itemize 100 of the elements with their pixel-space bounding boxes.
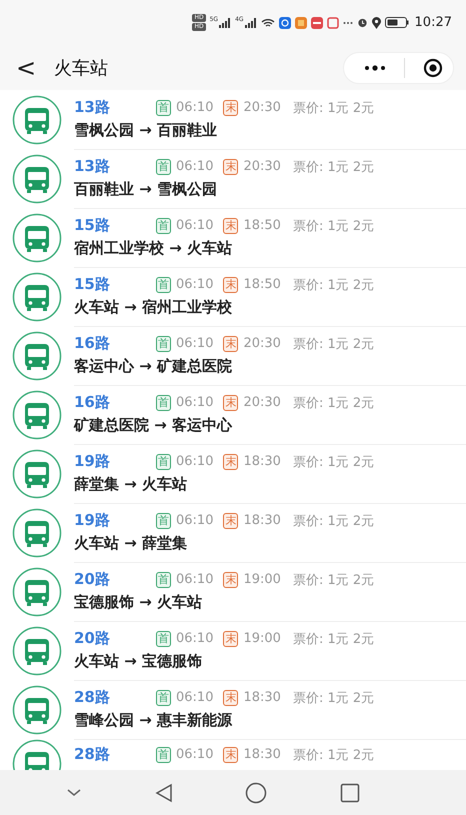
route-number: 15路 <box>74 216 111 235</box>
route-item[interactable]: 20路 首 06:10 末 19:00 票价: 1元 2元 宝德服饰 → 火车站 <box>0 562 466 621</box>
route-direction: 雪枫公园 → 百丽鞋业 <box>74 121 218 140</box>
first-bus-time: 06:10 <box>176 690 214 705</box>
route-item[interactable]: 19路 首 06:10 末 18:30 票价: 1元 2元 薛堂集 → 火车站 <box>0 444 466 503</box>
route-number: 19路 <box>74 511 111 530</box>
last-bus-tag: 末 <box>223 218 238 234</box>
last-bus-tag: 末 <box>223 512 238 528</box>
more-icon <box>342 20 353 24</box>
fare-text: 票价: 1元 2元 <box>292 512 374 530</box>
route-item[interactable]: 15路 首 06:10 末 18:50 票价: 1元 2元 宿州工业学校 → 火车站 <box>0 208 466 267</box>
fare-text: 票价: 1元 2元 <box>292 746 374 764</box>
last-bus-time: 18:50 <box>243 277 281 292</box>
more-icon[interactable] <box>364 64 386 70</box>
bus-icon <box>12 154 62 204</box>
first-bus-time: 06:10 <box>176 454 214 469</box>
last-bus-tag: 末 <box>223 394 238 410</box>
route-direction: 宝德服饰 → 火车站 <box>74 593 204 612</box>
fare-text: 票价: 1元 2元 <box>292 394 374 412</box>
first-bus-tag: 首 <box>156 100 171 116</box>
collapse-icon[interactable] <box>66 788 82 798</box>
clock-time: 10:27 <box>414 15 452 30</box>
route-direction: 客运中心 → 矿建总医院 <box>74 357 234 376</box>
last-bus-tag: 末 <box>223 454 238 470</box>
last-bus-tag: 末 <box>223 276 238 292</box>
fare-text: 票价: 1元 2元 <box>292 630 374 648</box>
recent-apps-icon[interactable] <box>340 782 360 802</box>
last-bus-tag: 末 <box>223 158 238 174</box>
route-direction: 火车站 → 宝德服饰 <box>74 652 204 671</box>
route-number: 13路 <box>74 98 111 117</box>
route-number: 28路 <box>74 745 111 764</box>
location-icon <box>372 16 381 28</box>
app-icon <box>294 16 307 28</box>
first-bus-time: 06:10 <box>176 100 214 115</box>
app-icon <box>310 16 323 28</box>
last-bus-tag: 末 <box>223 690 238 706</box>
signal-icon <box>219 18 232 28</box>
fare-text: 票价: 1元 2元 <box>292 454 374 470</box>
alarm-icon <box>356 17 368 28</box>
route-number: 16路 <box>74 334 111 353</box>
back-button[interactable]: < <box>10 54 42 82</box>
route-number: 16路 <box>74 393 111 412</box>
last-bus-time: 18:30 <box>243 454 281 469</box>
route-number: 19路 <box>74 452 111 471</box>
route-number: 20路 <box>74 629 111 648</box>
first-bus-time: 06:10 <box>176 395 214 410</box>
route-item[interactable]: 19路 首 06:10 末 18:30 票价: 1元 2元 火车站 → 薛堂集 <box>0 503 466 562</box>
bus-icon <box>12 508 62 558</box>
app-icon <box>278 16 291 28</box>
bus-icon <box>12 330 62 380</box>
close-icon[interactable] <box>423 58 443 78</box>
home-icon[interactable] <box>245 782 268 804</box>
fare-text: 票价: 1元 2元 <box>292 690 374 706</box>
last-bus-tag: 末 <box>223 746 238 762</box>
last-bus-time: 18:30 <box>243 690 281 705</box>
last-bus-tag: 末 <box>223 630 238 646</box>
first-bus-tag: 首 <box>156 276 171 292</box>
first-bus-time: 06:10 <box>176 747 214 762</box>
bus-icon <box>12 272 62 322</box>
first-bus-time: 06:10 <box>176 277 214 292</box>
route-item[interactable]: 16路 首 06:10 末 20:30 票价: 1元 2元 客运中心 → 矿建总医院 <box>0 326 466 385</box>
first-bus-time: 06:10 <box>176 336 214 351</box>
bus-icon <box>12 448 62 498</box>
route-number: 13路 <box>74 157 111 176</box>
first-bus-time: 06:10 <box>176 572 214 587</box>
bus-icon <box>12 684 62 734</box>
first-bus-tag: 首 <box>156 690 171 706</box>
first-bus-tag: 首 <box>156 746 171 762</box>
first-bus-time: 06:10 <box>176 513 214 528</box>
first-bus-time: 06:10 <box>176 631 214 646</box>
first-bus-time: 06:10 <box>176 218 214 233</box>
route-direction: 宿州工业学校 → 火车站 <box>74 239 234 258</box>
route-item[interactable]: 16路 首 06:10 末 20:30 票价: 1元 2元 矿建总医院 → 客运中心 <box>0 385 466 444</box>
bus-icon <box>12 626 62 676</box>
last-bus-time: 18:30 <box>243 747 281 762</box>
route-item[interactable]: 15路 首 06:10 末 18:50 票价: 1元 2元 火车站 → 宿州工业学校 <box>0 267 466 326</box>
battery-icon <box>384 17 409 28</box>
page-title: 火车站 <box>54 56 110 80</box>
route-direction: 百丽鞋业 → 雪枫公园 <box>74 180 218 199</box>
route-item[interactable]: 28路 首 06:10 末 18:30 票价: 1元 2元 雪峰公园 → 惠丰新能源 <box>0 680 466 739</box>
last-bus-time: 19:00 <box>243 572 281 587</box>
fare-text: 票价: 1元 2元 <box>292 218 374 234</box>
route-number: 15路 <box>74 275 111 294</box>
first-bus-tag: 首 <box>156 512 171 528</box>
route-item[interactable]: 13路 首 06:10 末 20:30 票价: 1元 2元 百丽鞋业 → 雪枫公园 <box>0 149 466 208</box>
app-icon <box>326 16 339 28</box>
route-number: 20路 <box>74 570 111 589</box>
last-bus-time: 19:00 <box>243 631 281 646</box>
back-icon[interactable] <box>154 782 173 802</box>
signal-icon <box>244 18 257 28</box>
route-item[interactable]: 13路 首 06:10 末 20:30 票价: 1元 2元 雪枫公园 → 百丽鞋业 <box>0 90 466 149</box>
first-bus-tag: 首 <box>156 336 171 352</box>
bus-icon <box>12 94 62 144</box>
first-bus-tag: 首 <box>156 394 171 410</box>
route-direction: 火车站 → 薛堂集 <box>74 534 188 553</box>
first-bus-tag: 首 <box>156 158 171 174</box>
route-item[interactable]: 20路 首 06:10 末 19:00 票价: 1元 2元 火车站 → 宝德服饰 <box>0 621 466 680</box>
last-bus-time: 20:30 <box>243 159 281 174</box>
first-bus-tag: 首 <box>156 218 171 234</box>
route-number: 28路 <box>74 688 111 707</box>
